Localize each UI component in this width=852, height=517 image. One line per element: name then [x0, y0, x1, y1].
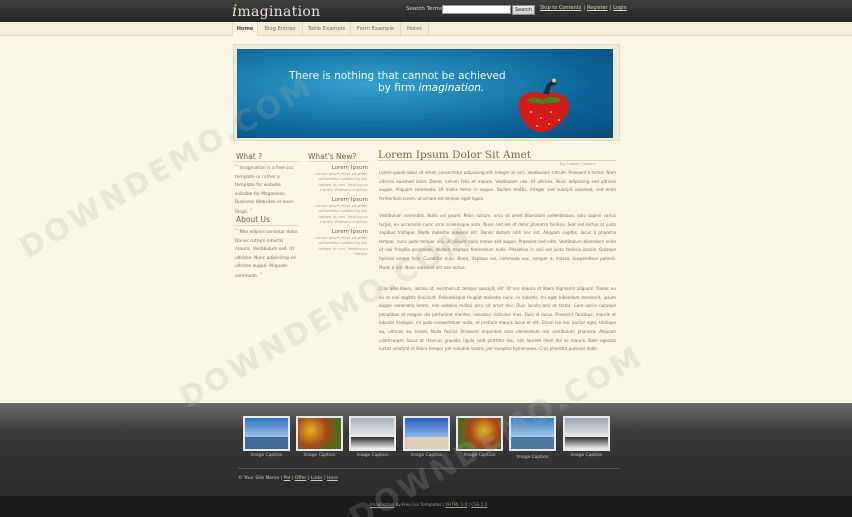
news-item-text: Lorem ipsum dolor sit amet, consectetur … — [316, 236, 368, 257]
article-paragraph: Vestibulum venenatis. Nulla vel ipsum. P… — [379, 213, 616, 270]
whats-new-rule — [307, 161, 369, 162]
article-paragraph: Lorem ipsum dolor sit amet, consectetur … — [379, 170, 616, 201]
gallery-caption: Image Caption — [356, 453, 389, 458]
gallery-caption: Image Caption — [570, 453, 603, 458]
about-heading: About Us — [236, 215, 270, 224]
tab-form-example[interactable]: Form Example — [351, 22, 401, 36]
what-text-block: “ Imagination is a free css template or … — [235, 164, 299, 218]
footer-link[interactable]: Here — [327, 476, 338, 481]
quote-close-icon: ” — [259, 271, 263, 279]
xhtml-link[interactable]: XHTML 1.0 — [445, 502, 467, 507]
news-item-text: Lorem ipsum dolor sit amet, consectetur … — [316, 204, 368, 225]
tab-home[interactable]: Home — [232, 22, 258, 36]
strawberry-illustration — [518, 78, 569, 132]
quote-open-icon: “ — [235, 164, 239, 171]
gallery-thumb-snow-2[interactable] — [563, 416, 610, 451]
what-text: Imagination is a free css template or ra… — [235, 166, 294, 215]
tab-blog-entries[interactable]: Blog Entries — [258, 22, 303, 36]
search-label: Search Terms: — [406, 6, 445, 12]
banner-tagline-line2: by firm imagination. — [378, 82, 484, 94]
footer-link[interactable]: Pol — [284, 476, 291, 481]
logo-text: magination — [237, 4, 321, 20]
gallery-caption: Image Caption — [516, 455, 549, 460]
news-item-title[interactable]: Lorem Ipsum — [306, 197, 368, 203]
separator: | — [583, 5, 586, 11]
gallery-thumb-lake-2[interactable] — [509, 416, 556, 451]
gallery-caption: Image Caption — [463, 453, 496, 458]
gallery-thumb-leaves[interactable] — [296, 416, 343, 451]
separator: | — [609, 5, 612, 11]
gallery-thumb-leaves-2[interactable] — [456, 416, 503, 451]
site-logo[interactable]: imagination — [232, 1, 320, 20]
copyright-text: © Your Site Name — [238, 476, 280, 481]
register-link[interactable]: Register — [587, 5, 608, 11]
tab-table-example[interactable]: Table Example — [303, 22, 351, 36]
whats-new-heading: What's New? — [308, 152, 357, 161]
tab-notes[interactable]: Notes — [401, 22, 429, 36]
css-link[interactable]: CSS 2.0 — [471, 502, 487, 507]
article-paragraph: Cras odio libero, lacinia at, euismod ut… — [379, 286, 616, 352]
gallery-caption: Image Caption — [250, 453, 283, 458]
gallery-thumb-snow[interactable] — [349, 416, 396, 451]
banner-tagline-line1: There is nothing that cannot be achieved — [289, 70, 506, 82]
footer-link[interactable]: Links — [311, 476, 323, 481]
what-heading: What ? — [236, 152, 263, 161]
gallery-caption: Image Caption — [303, 453, 336, 458]
credit-text: by Free Css Templates | — [394, 502, 446, 507]
credit-link[interactable]: Imagination — [370, 502, 394, 507]
quote-open-icon: “ — [235, 228, 239, 235]
banner-tagline-prefix: by firm — [378, 82, 419, 94]
banner-tagline-emphasis: imagination. — [418, 82, 485, 94]
footer-credit: Imagination by Free Css Templates | XHTM… — [370, 502, 488, 507]
gallery-thumb-lake[interactable] — [243, 416, 290, 451]
gallery-caption: Image Caption — [410, 453, 443, 458]
quote-close-icon: ” — [249, 207, 253, 215]
hero-banner: There is nothing that cannot be achieved… — [237, 49, 613, 138]
news-item-title[interactable]: Lorem Ipsum — [306, 229, 368, 235]
news-item-title[interactable]: Lorem Ipsum — [306, 165, 368, 171]
about-heading-rule — [235, 225, 299, 226]
footer-rule — [238, 468, 619, 469]
login-link[interactable]: Login — [613, 5, 627, 11]
footer-link[interactable]: Offer — [295, 476, 307, 481]
news-item-text: Lorem ipsum dolor sit amet, consectetur … — [316, 172, 368, 193]
search-button[interactable]: Search — [512, 5, 535, 15]
about-text: Non ellipsis consetur dolor. Donec rutru… — [235, 230, 299, 279]
skip-to-contents-link[interactable]: Skip to Contents — [540, 5, 581, 11]
article-byline: By: Lorem | Ipsum — [560, 161, 596, 166]
about-text-block: “ Non ellipsis consetur dolor. Donec rut… — [235, 228, 299, 282]
gallery-thumb-tree[interactable] — [403, 416, 450, 451]
search-input[interactable] — [442, 5, 511, 14]
top-links: Skip to Contents | Register | Login — [540, 5, 627, 11]
footer-copyright: © Your Site Name | Pol | Offer | Links |… — [238, 476, 338, 481]
what-heading-rule — [235, 161, 299, 162]
